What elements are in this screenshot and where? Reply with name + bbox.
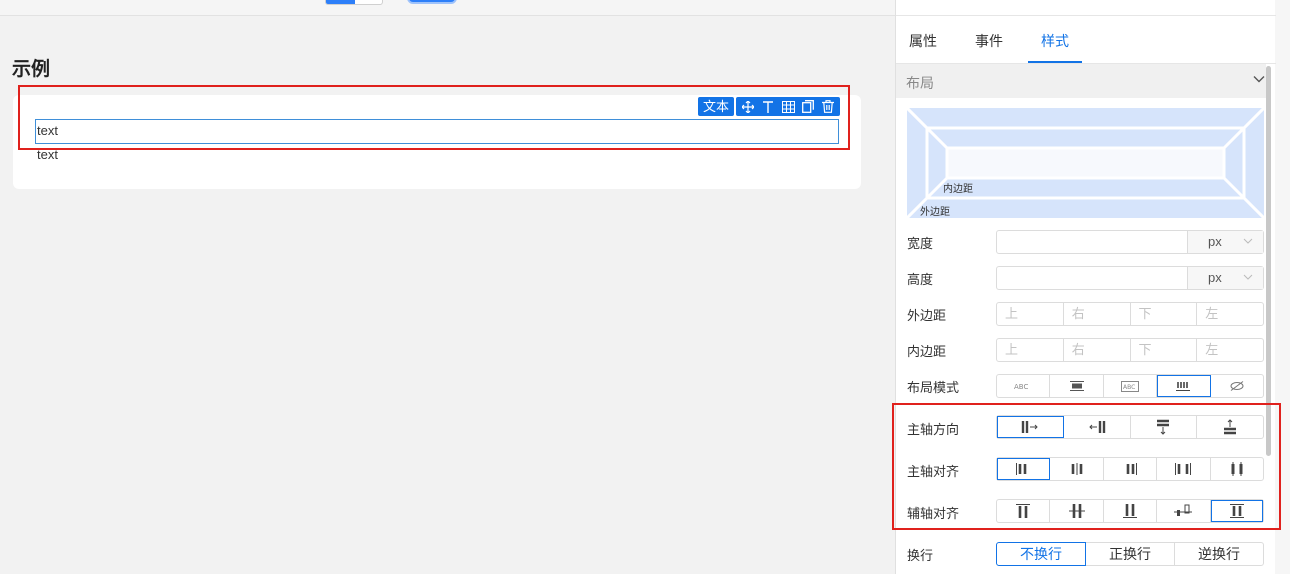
chevron-down-icon [1253, 76, 1265, 83]
tab-properties[interactable]: 属性 [909, 31, 937, 51]
width-label: 宽度 [907, 236, 934, 251]
tab-events[interactable]: 事件 [975, 31, 1003, 51]
text-top-icon[interactable] [758, 97, 778, 116]
wrap-button[interactable]: 正换行 [1085, 542, 1175, 566]
height-label: 高度 [907, 272, 934, 287]
margin-bottom-input[interactable]: 下 [1131, 303, 1198, 325]
page-title: 示例 [12, 59, 51, 80]
delete-icon[interactable] [818, 97, 838, 116]
panel-scrollbar-thumb[interactable] [1266, 66, 1271, 456]
box-model-diagram: 内边距 外边距 [905, 106, 1266, 220]
layout-none-button[interactable] [1211, 375, 1263, 397]
margin-row-label: 外边距 [907, 308, 947, 323]
padding-row-label: 内边距 [907, 344, 947, 359]
height-unit-select[interactable]: px [1187, 267, 1263, 289]
inline-icon: ABC [1014, 383, 1028, 391]
chevron-down-icon [1243, 274, 1253, 280]
component-type-label[interactable]: 文本 [698, 97, 735, 116]
eye-off-icon [1230, 381, 1244, 391]
layout-mode-group: ABC ABC [996, 374, 1264, 398]
wrap-group: 不换行 正换行 逆换行 [996, 542, 1264, 566]
device-switch[interactable] [325, 0, 383, 5]
align-stretch-icon [1229, 504, 1244, 518]
component-toolbar: 文本 [698, 97, 841, 116]
top-toolbar [0, 0, 895, 16]
nowrap-button[interactable]: 不换行 [996, 542, 1086, 566]
height-field[interactable]: px [996, 266, 1264, 290]
width-field[interactable]: px [996, 230, 1264, 254]
layout-inline-button[interactable]: ABC [997, 375, 1051, 397]
margin-top-input[interactable]: 上 [997, 303, 1064, 325]
text-component-input[interactable]: text [35, 119, 839, 144]
layout-section-header[interactable]: 布局 [896, 64, 1266, 98]
margin-label: 外边距 [920, 207, 950, 218]
layout-inline-block-button[interactable]: ABC [1104, 375, 1158, 397]
copy-icon[interactable] [798, 97, 818, 116]
svg-text:ABC: ABC [1014, 383, 1028, 391]
align-stretch-button[interactable] [1210, 500, 1264, 522]
preview-toggle[interactable] [407, 0, 457, 4]
layout-mode-label: 布局模式 [907, 380, 960, 395]
move-icon[interactable] [738, 97, 758, 116]
wrap-reverse-button[interactable]: 逆换行 [1174, 542, 1264, 566]
margin-left-input[interactable]: 左 [1197, 303, 1263, 325]
padding-bottom-input[interactable]: 下 [1131, 339, 1198, 361]
layout-flex-button[interactable] [1157, 375, 1211, 397]
block-icon [1069, 381, 1084, 391]
padding-inputs: 上 右 下 左 [996, 338, 1264, 362]
flex-icon [1176, 382, 1191, 391]
tab-indicator [1028, 61, 1082, 63]
wrap-label: 换行 [907, 548, 934, 563]
padding-left-input[interactable]: 左 [1197, 339, 1263, 361]
direction-row-icon [1021, 421, 1038, 433]
width-unit-select[interactable]: px [1187, 231, 1263, 253]
tab-style[interactable]: 样式 [1041, 31, 1069, 51]
panel-tabs: 属性 事件 样式 [896, 16, 1276, 64]
margin-right-input[interactable]: 右 [1064, 303, 1131, 325]
justify-start-button[interactable] [997, 458, 1051, 480]
section-title: 布局 [906, 75, 934, 91]
text-component-static: text [37, 147, 58, 162]
table-icon[interactable] [778, 97, 798, 116]
svg-text:ABC: ABC [1123, 384, 1135, 391]
padding-label: 内边距 [943, 184, 973, 195]
justify-start-icon [1016, 463, 1027, 475]
padding-right-input[interactable]: 右 [1064, 339, 1131, 361]
direction-row-button[interactable] [997, 416, 1064, 438]
inline-block-icon: ABC [1121, 380, 1140, 392]
chevron-down-icon [1243, 238, 1253, 244]
margin-inputs: 上 右 下 左 [996, 302, 1264, 326]
padding-top-input[interactable]: 上 [997, 339, 1064, 361]
layout-block-button[interactable] [1050, 375, 1104, 397]
